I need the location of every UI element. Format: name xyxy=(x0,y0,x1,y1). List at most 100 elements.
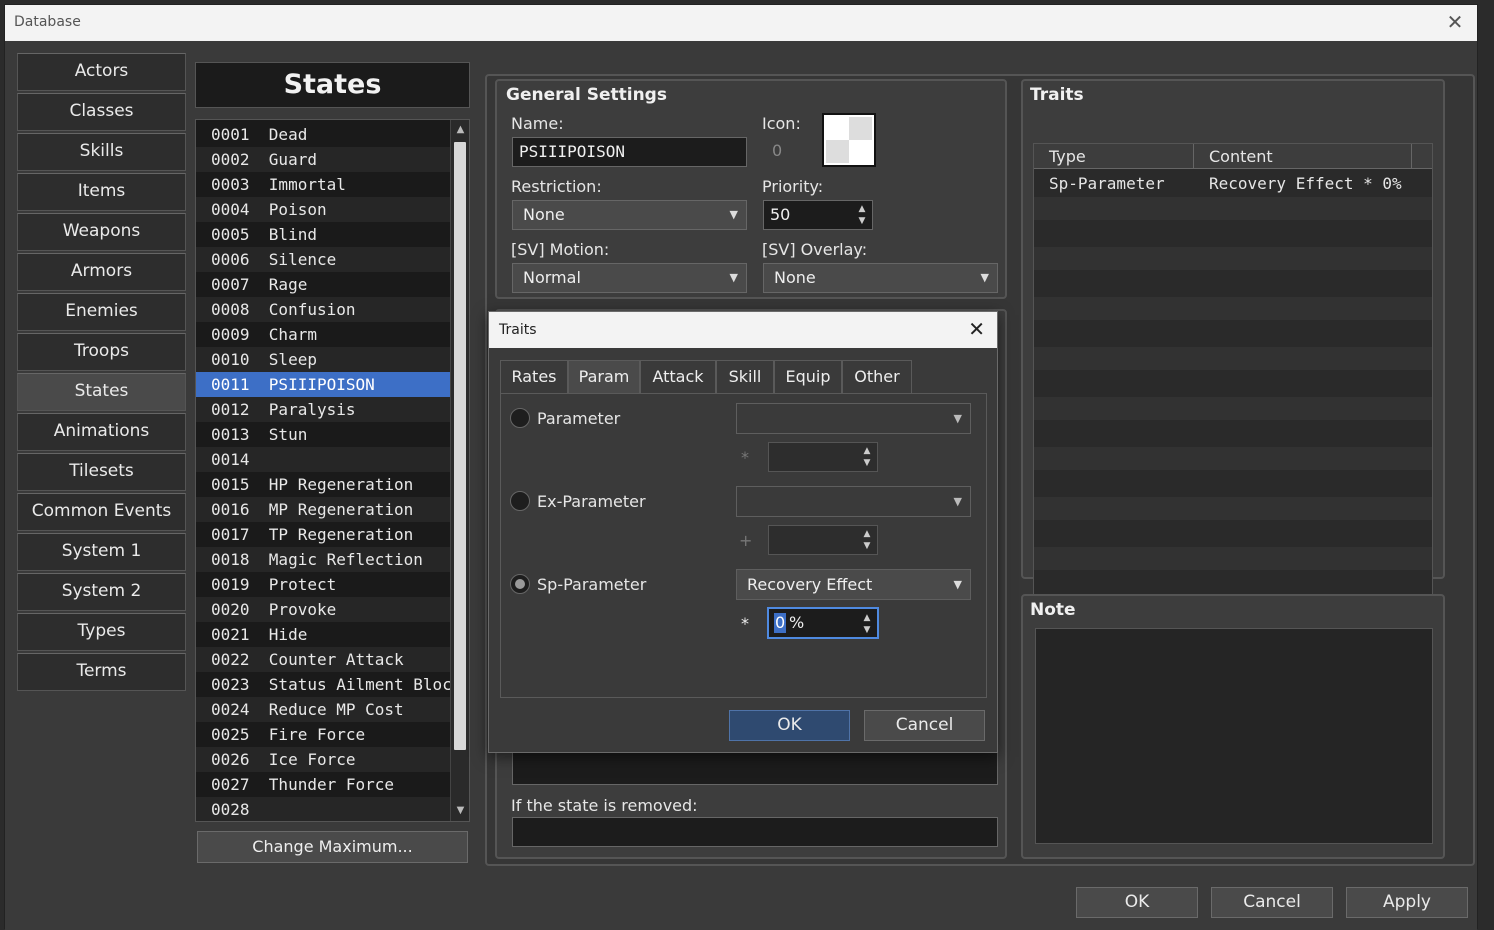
table-row[interactable] xyxy=(1034,197,1432,220)
restriction-select[interactable]: None ▼ xyxy=(512,200,747,230)
scrollbar-thumb[interactable] xyxy=(454,142,466,750)
list-item[interactable]: 0019 Protect xyxy=(196,572,450,597)
list-item[interactable]: 0028 xyxy=(196,797,450,821)
cancel-button[interactable]: Cancel xyxy=(1211,887,1333,918)
list-item[interactable]: 0007 Rage xyxy=(196,272,450,297)
dialog-ok-button[interactable]: OK xyxy=(729,710,850,741)
list-item[interactable]: 0015 HP Regeneration xyxy=(196,472,450,497)
list-item[interactable]: 0002 Guard xyxy=(196,147,450,172)
change-maximum-button[interactable]: Change Maximum... xyxy=(197,831,468,863)
priority-spinbox[interactable]: 50 ▲ ▼ xyxy=(763,200,873,230)
list-item[interactable]: 0012 Paralysis xyxy=(196,397,450,422)
list-item[interactable]: 0023 Status Ailment Block xyxy=(196,672,461,697)
table-row[interactable] xyxy=(1034,347,1432,370)
icon-picker[interactable] xyxy=(822,113,876,167)
list-item[interactable]: 0001 Dead xyxy=(196,122,450,147)
table-row[interactable] xyxy=(1034,497,1432,520)
category-types[interactable]: Types xyxy=(17,613,186,651)
table-row[interactable] xyxy=(1034,447,1432,470)
parameter-rate-spinbox[interactable]: ▲ ▼ xyxy=(768,442,878,472)
category-weapons[interactable]: Weapons xyxy=(17,213,186,251)
ex-parameter-select[interactable]: ▼ xyxy=(736,486,971,517)
table-row[interactable] xyxy=(1034,547,1432,570)
category-skills[interactable]: Skills xyxy=(17,133,186,171)
category-tilesets[interactable]: Tilesets xyxy=(17,453,186,491)
ex-parameter-radio[interactable] xyxy=(510,491,530,511)
list-item[interactable]: 0009 Charm xyxy=(196,322,450,347)
tab-equip[interactable]: Equip xyxy=(774,360,842,393)
category-armors[interactable]: Armors xyxy=(17,253,186,291)
dialog-cancel-button[interactable]: Cancel xyxy=(864,710,985,741)
list-item[interactable]: 0011 PSIIIPOISON xyxy=(196,372,450,397)
list-item[interactable]: 0013 Stun xyxy=(196,422,450,447)
category-terms[interactable]: Terms xyxy=(17,653,186,691)
message-removed-input[interactable] xyxy=(512,817,998,847)
traits-table[interactable]: Type Content Sp-Parameter Recovery Effect… xyxy=(1033,143,1433,605)
list-item[interactable]: 0008 Confusion xyxy=(196,297,450,322)
category-common-events[interactable]: Common Events xyxy=(17,493,186,531)
list-item[interactable]: 0004 Poison xyxy=(196,197,450,222)
table-row[interactable] xyxy=(1034,422,1432,445)
list-item[interactable]: 0027 Thunder Force xyxy=(196,772,450,797)
scroll-down-icon[interactable]: ▼ xyxy=(453,803,468,819)
category-states[interactable]: States xyxy=(17,373,186,411)
ok-button[interactable]: OK xyxy=(1076,887,1198,918)
list-item[interactable]: 0010 Sleep xyxy=(196,347,450,372)
table-row[interactable] xyxy=(1034,297,1432,320)
table-row[interactable] xyxy=(1034,272,1432,295)
close-icon[interactable]: ✕ xyxy=(968,317,985,341)
list-item[interactable]: 0005 Blind xyxy=(196,222,450,247)
close-icon[interactable]: ✕ xyxy=(1443,10,1467,34)
sp-parameter-rate-spinbox[interactable]: 0 % ▲ ▼ xyxy=(767,607,879,639)
scroll-up-icon[interactable]: ▲ xyxy=(453,122,468,138)
spin-arrows-icon[interactable]: ▲ ▼ xyxy=(856,203,868,227)
table-row[interactable] xyxy=(1034,222,1432,245)
tab-skill[interactable]: Skill xyxy=(716,360,774,393)
spin-arrows-icon[interactable]: ▲ ▼ xyxy=(861,445,873,469)
category-enemies[interactable]: Enemies xyxy=(17,293,186,331)
table-row[interactable] xyxy=(1034,322,1432,345)
note-textarea[interactable] xyxy=(1035,628,1433,844)
parameter-select[interactable]: ▼ xyxy=(736,403,971,434)
spin-arrows-icon[interactable]: ▲ ▼ xyxy=(861,612,873,636)
list-item[interactable]: 0006 Silence xyxy=(196,247,450,272)
column-header-content[interactable]: Content xyxy=(1194,144,1412,169)
tab-rates[interactable]: Rates xyxy=(500,360,568,393)
overlay-select[interactable]: None ▼ xyxy=(763,263,998,293)
sp-parameter-select[interactable]: Recovery Effect ▼ xyxy=(736,569,971,600)
category-animations[interactable]: Animations xyxy=(17,413,186,451)
category-system-2[interactable]: System 2 xyxy=(17,573,186,611)
parameter-radio[interactable] xyxy=(510,408,530,428)
table-row[interactable] xyxy=(1034,572,1432,595)
list-item[interactable]: 0024 Reduce MP Cost xyxy=(196,697,450,722)
table-row[interactable] xyxy=(1034,522,1432,545)
tab-other[interactable]: Other xyxy=(842,360,912,393)
ex-parameter-rate-spinbox[interactable]: ▲ ▼ xyxy=(768,525,878,555)
list-item[interactable]: 0018 Magic Reflection xyxy=(196,547,450,572)
list-item[interactable]: 0020 Provoke xyxy=(196,597,450,622)
list-scrollbar[interactable]: ▲ ▼ xyxy=(450,120,469,821)
list-item[interactable]: 0022 Counter Attack xyxy=(196,647,450,672)
tab-attack[interactable]: Attack xyxy=(640,360,716,393)
list-item[interactable]: 0017 TP Regeneration xyxy=(196,522,450,547)
apply-button[interactable]: Apply xyxy=(1346,887,1468,918)
tab-param[interactable]: Param xyxy=(568,360,640,393)
table-row[interactable] xyxy=(1034,472,1432,495)
sp-parameter-radio[interactable] xyxy=(510,574,530,594)
list-item[interactable]: 0025 Fire Force xyxy=(196,722,450,747)
category-system-1[interactable]: System 1 xyxy=(17,533,186,571)
category-troops[interactable]: Troops xyxy=(17,333,186,371)
spin-arrows-icon[interactable]: ▲ ▼ xyxy=(861,528,873,552)
category-actors[interactable]: Actors xyxy=(17,53,186,91)
table-row[interactable] xyxy=(1034,247,1432,270)
list-item[interactable]: 0016 MP Regeneration xyxy=(196,497,450,522)
message-field-3[interactable] xyxy=(512,751,998,785)
list-item[interactable]: 0021 Hide xyxy=(196,622,450,647)
list-item[interactable]: 0014 xyxy=(196,447,450,472)
list-item[interactable]: 0003 Immortal xyxy=(196,172,450,197)
sp-rate-value[interactable]: 0 xyxy=(774,613,787,633)
motion-select[interactable]: Normal ▼ xyxy=(512,263,747,293)
table-row[interactable] xyxy=(1034,397,1432,420)
list-item[interactable]: 0026 Ice Force xyxy=(196,747,450,772)
column-header-type[interactable]: Type xyxy=(1034,144,1194,169)
